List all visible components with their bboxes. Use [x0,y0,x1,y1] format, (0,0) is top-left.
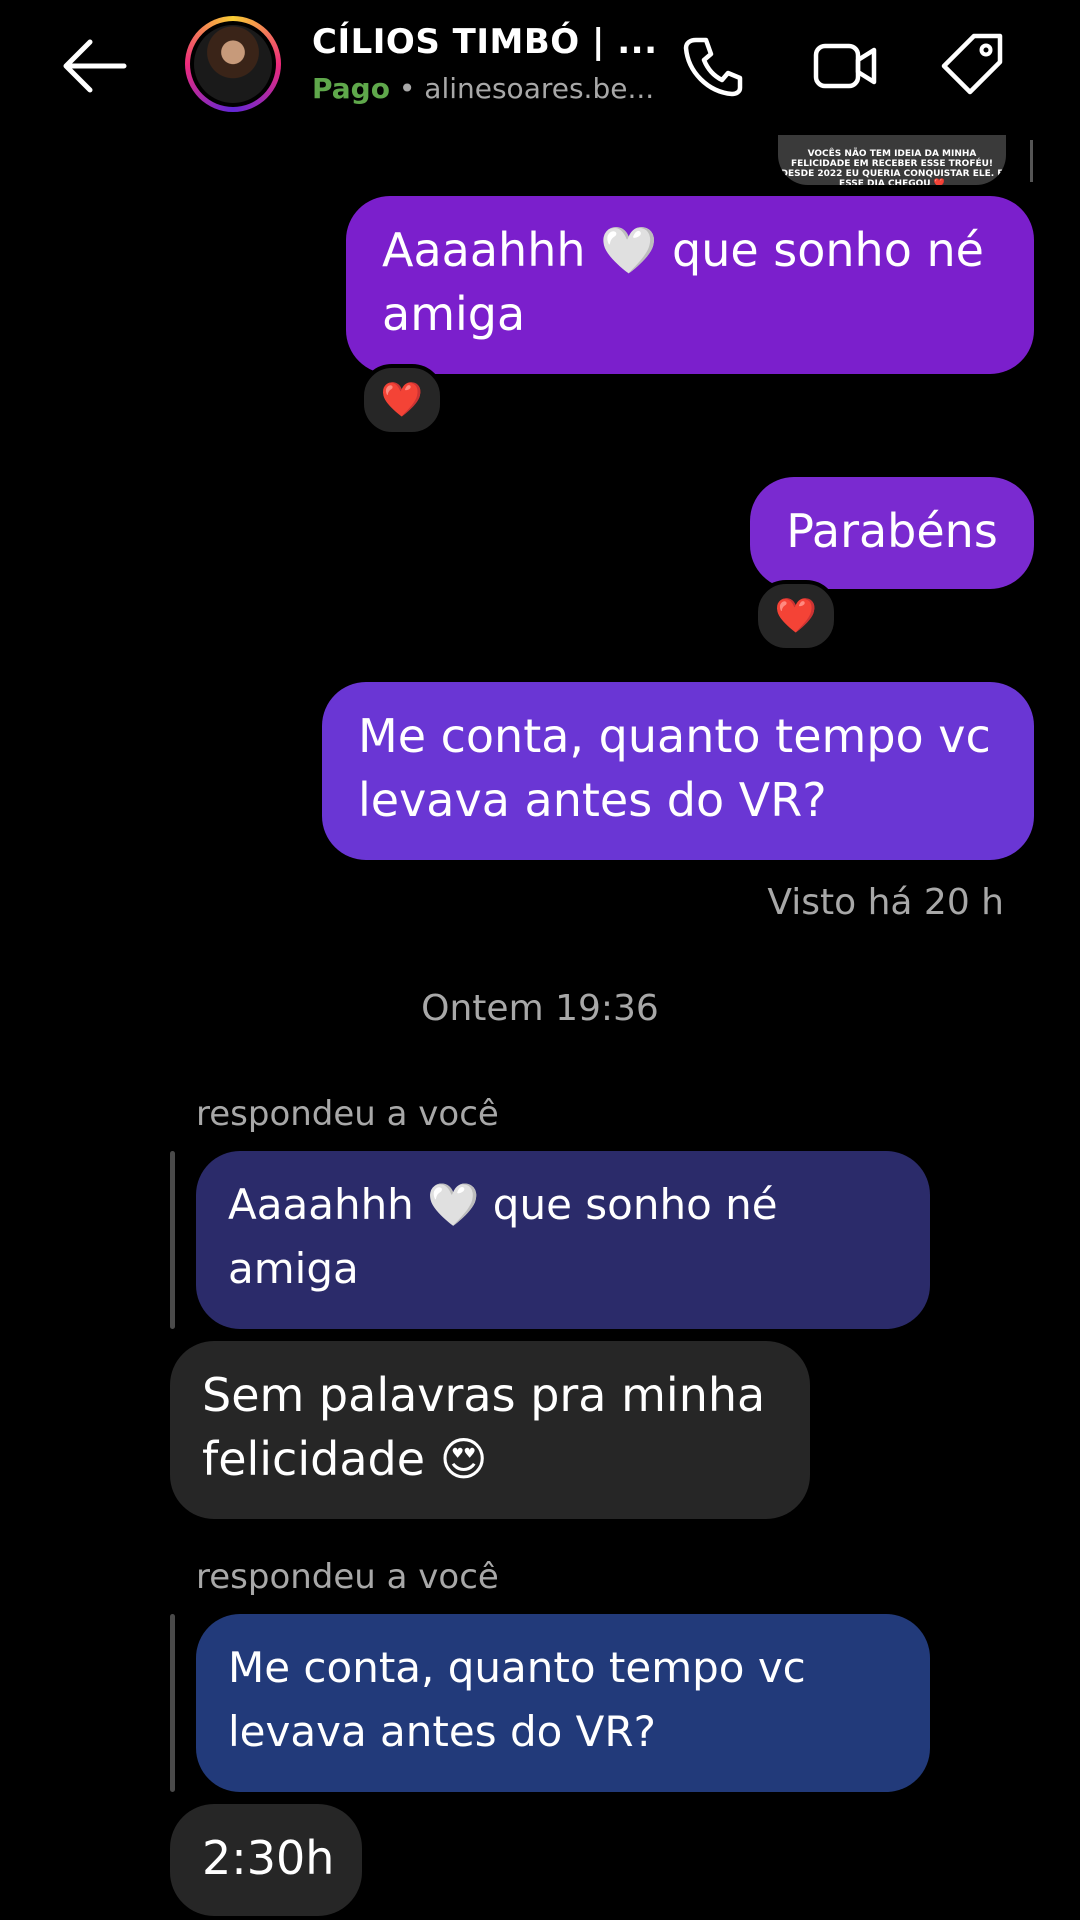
shared-post-thumbnail[interactable]: VOCÊS NÃO TEM IDEIA DA MINHA FELICIDADE … [778,135,1006,185]
sent-message[interactable]: Me conta, quanto tempo vc levava antes d… [322,682,1034,860]
avatar[interactable] [185,16,281,112]
reply-bar [170,1151,175,1329]
seen-status: Visto há 20 h [767,882,1004,923]
heart-reaction[interactable]: ❤️ [360,364,444,436]
separator: • [389,72,425,105]
reply-indicator-bar [1030,140,1033,182]
sent-message[interactable]: Aaaahhh 🤍 que sonho né amiga [346,196,1034,374]
reply-bar [170,1614,175,1792]
quoted-message[interactable]: Me conta, quanto tempo vc levava antes d… [196,1614,930,1792]
received-message[interactable]: Sem palavras pra minha felicidade 😍 [170,1341,810,1519]
tag-icon[interactable] [938,30,1008,100]
chat-header: CÍLIOS TIMBÓ | ... Pago • alinesoares.be… [0,0,1080,135]
reply-label: respondeu a você [196,1094,499,1134]
contact-subtitle[interactable]: Pago • alinesoares.be... [312,72,654,105]
contact-handle: alinesoares.be... [424,72,655,105]
profile-photo [194,25,272,103]
phone-icon[interactable] [678,30,748,100]
heart-reaction[interactable]: ❤️ [754,580,838,652]
paid-label: Pago [312,72,390,105]
timestamp-divider: Ontem 19:36 [421,988,659,1029]
reply-label: respondeu a você [196,1557,499,1597]
quoted-message[interactable]: Aaaahhh 🤍 que sonho né amiga [196,1151,930,1329]
video-camera-icon[interactable] [810,30,880,100]
back-arrow-icon[interactable] [60,36,130,96]
sent-message[interactable]: Parabéns [750,477,1034,589]
received-message[interactable]: 2:30h [170,1804,362,1916]
shared-post-caption: VOCÊS NÃO TEM IDEIA DA MINHA FELICIDADE … [780,149,1004,185]
contact-name[interactable]: CÍLIOS TIMBÓ | ... [312,22,657,62]
